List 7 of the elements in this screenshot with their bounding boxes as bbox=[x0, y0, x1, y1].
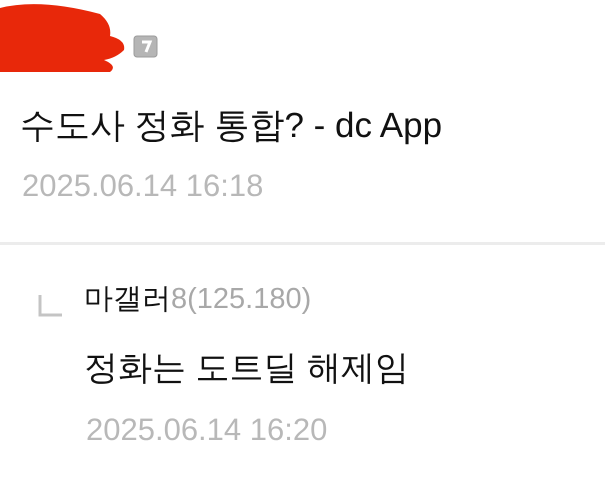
ip-address: 8(125.180) bbox=[171, 282, 312, 317]
post-date: 2025.06.14 16:18 bbox=[21, 167, 264, 205]
badge-icon bbox=[133, 35, 158, 58]
nickname: 마갤러 bbox=[84, 282, 171, 317]
reply-date: 2025.06.14 16:20 bbox=[85, 411, 328, 449]
reply-text: 정화는 도트딜 해제임 bbox=[83, 348, 409, 389]
post-title: 수도사 정화 통합? - dc App bbox=[19, 105, 442, 147]
